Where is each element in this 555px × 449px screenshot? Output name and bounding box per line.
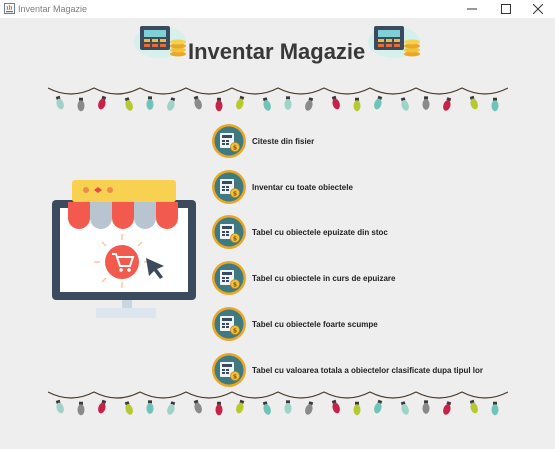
garland-bulb [284, 400, 292, 414]
cash-register-icon: $ [212, 170, 246, 204]
garland-bulb [146, 96, 154, 110]
menu-button-5[interactable]: $ Tabel cu obiectele foarte scumpe [211, 306, 378, 342]
menu-button-label: Tabel cu valoarea totala a obiectelor cl… [252, 365, 484, 375]
garland-bulb [236, 399, 245, 414]
cash-register-icon: $ [212, 124, 246, 158]
title-bar: Inventar Magazie [0, 0, 555, 18]
cash-register-icon: $ [212, 261, 246, 295]
garland-bulb [167, 401, 176, 415]
garland-bulb [305, 97, 314, 111]
cash-register-icon-right [368, 20, 422, 60]
menu-button-4[interactable]: $ Tabel cu obiectele in curs de epuizare [211, 260, 395, 296]
garland-bulb [55, 95, 64, 110]
garland-bulb [98, 399, 107, 414]
garland-bulb [262, 97, 271, 111]
cash-register-icon: $ [212, 215, 246, 249]
garland-bulb [443, 97, 452, 111]
menu-button-label: Tabel cu obiectele in curs de epuizare [252, 273, 396, 283]
menu-button-label: Tabel cu obiectele epuizate din stoc [252, 227, 388, 237]
garland-bulb [400, 401, 409, 415]
garland-wire [48, 391, 508, 399]
close-icon [533, 4, 543, 14]
svg-text:$: $ [233, 191, 237, 198]
garland-bulb [305, 401, 314, 415]
garland-bulb [236, 95, 245, 110]
garland-bulb [353, 97, 361, 112]
svg-text:$: $ [233, 282, 237, 289]
maximize-button[interactable] [489, 0, 523, 18]
svg-text:$: $ [233, 374, 237, 381]
garland-bulb [98, 95, 107, 110]
cash-register-icon: $ [212, 353, 246, 387]
garland-bulb [193, 95, 202, 110]
garland-bulb [124, 97, 133, 111]
garland-bulb [146, 400, 154, 414]
garland-bulb [193, 399, 202, 414]
garland-bulb [374, 399, 383, 414]
lights-garland-bottom [48, 391, 508, 416]
maximize-icon [501, 4, 511, 14]
garland-bulb [284, 96, 292, 110]
garland-bulb [443, 401, 452, 415]
window-title: Inventar Magazie [18, 4, 88, 14]
svg-text:$: $ [233, 236, 237, 243]
menu-button-label: Citeste din fisier [252, 136, 315, 146]
menu-button-label: Tabel cu obiectele foarte scumpe [252, 319, 378, 329]
page-title: Inventar Magazie [188, 39, 366, 64]
garland-wire [48, 87, 508, 95]
cash-register-icon [134, 20, 188, 60]
garland-bulb [124, 401, 133, 415]
svg-text:$: $ [233, 145, 237, 152]
minimize-icon [467, 8, 477, 10]
garland-bulb [331, 399, 340, 414]
garland-bulb [400, 97, 409, 111]
garland-bulb [55, 399, 64, 414]
close-button[interactable] [521, 0, 555, 18]
lights-garland-top [48, 87, 508, 112]
garland-bulb [422, 96, 430, 110]
menu-button-6[interactable]: $ Tabel cu valoarea totala a obiectelor … [211, 352, 483, 388]
menu-button-2[interactable]: $ Inventar cu toate obiectele [211, 169, 353, 205]
garland-bulb [215, 401, 223, 416]
menu-button-3[interactable]: $ Tabel cu obiectele epuizate din stoc [211, 214, 388, 250]
garland-bulb [469, 95, 478, 110]
garland-bulb [422, 400, 430, 414]
online-store-illustration [52, 180, 196, 318]
garland-bulb [374, 95, 383, 110]
garland-bulb [77, 401, 85, 416]
menu-button-1[interactable]: $ Citeste din fisier [211, 123, 314, 159]
garland-bulb [331, 95, 340, 110]
garland-bulb [491, 401, 499, 416]
garland-bulb [353, 401, 361, 416]
svg-text:$: $ [233, 328, 237, 335]
garland-bulb [262, 401, 271, 415]
garland-bulb [469, 399, 478, 414]
app-window: Inventar Magazie Inventar Magazie $ Cite… [0, 0, 555, 449]
minimize-button[interactable] [455, 0, 489, 18]
java-app-icon [4, 3, 15, 14]
garland-bulb [167, 97, 176, 111]
garland-bulb [215, 97, 223, 112]
cash-register-icon: $ [212, 307, 246, 341]
garland-bulb [77, 97, 85, 112]
menu-button-label: Inventar cu toate obiectele [252, 182, 353, 192]
garland-bulb [491, 97, 499, 112]
